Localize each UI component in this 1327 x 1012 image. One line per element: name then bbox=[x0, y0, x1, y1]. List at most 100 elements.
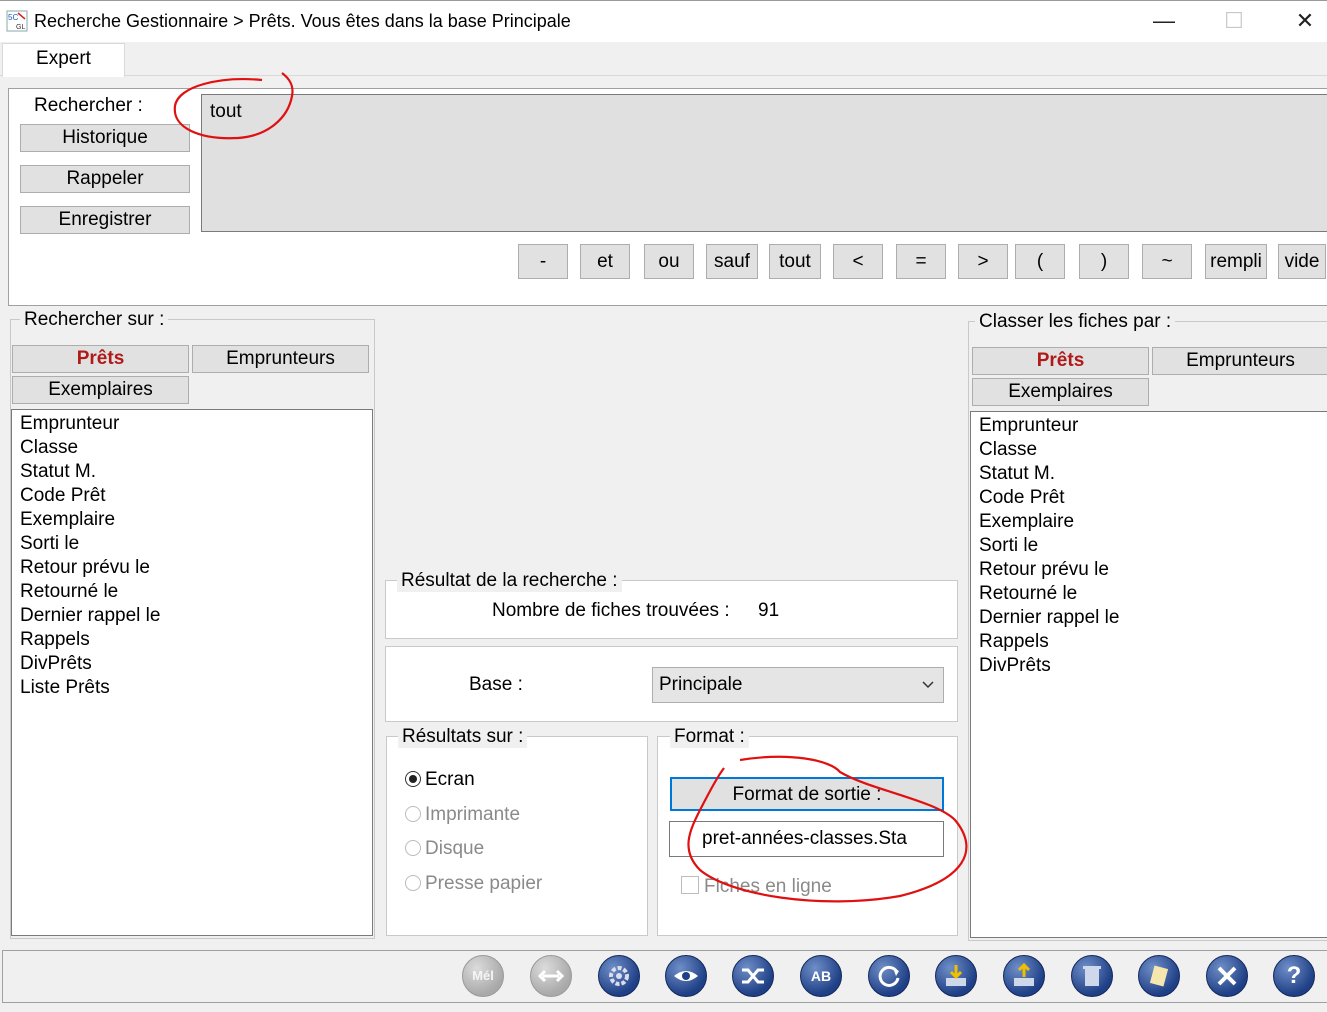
operator-ou-button[interactable]: ou bbox=[644, 244, 694, 279]
tab-expert[interactable]: Expert bbox=[2, 43, 125, 77]
result-count: 91 bbox=[758, 600, 780, 621]
output-disk-radio: Disque bbox=[405, 836, 484, 862]
search-on-tab-exemplaires[interactable]: Exemplaires bbox=[12, 376, 189, 404]
operator-equals-button[interactable]: = bbox=[896, 244, 946, 279]
checkbox-icon bbox=[681, 876, 699, 894]
link-icon bbox=[530, 955, 572, 997]
result-legend: Résultat de la recherche : bbox=[397, 570, 622, 592]
mail-icon-text: Mél bbox=[472, 968, 494, 983]
minimize-icon: — bbox=[1153, 8, 1175, 33]
list-item[interactable]: Statut M. bbox=[979, 462, 1323, 486]
list-item[interactable]: Retour prévu le bbox=[20, 556, 364, 580]
operator-et-button[interactable]: et bbox=[580, 244, 630, 279]
minimize-button[interactable]: — bbox=[1144, 6, 1184, 36]
radio-icon bbox=[405, 806, 421, 822]
list-item[interactable]: Rappels bbox=[20, 628, 364, 652]
format-file-field[interactable]: pret-années-classes.Sta bbox=[669, 821, 944, 857]
output-printer-label: Imprimante bbox=[425, 804, 521, 825]
operator-open-paren-button[interactable]: ( bbox=[1015, 244, 1065, 279]
list-item[interactable]: Retourné le bbox=[979, 582, 1323, 606]
list-item[interactable]: Classe bbox=[20, 436, 364, 460]
list-item[interactable]: Classe bbox=[979, 438, 1323, 462]
base-label: Base : bbox=[469, 674, 523, 695]
refresh-icon[interactable] bbox=[868, 955, 910, 997]
output-screen-label: Ecran bbox=[425, 769, 475, 790]
close-icon: ✕ bbox=[1295, 8, 1315, 33]
import-icon[interactable] bbox=[935, 955, 977, 997]
operator-less-than-button[interactable]: < bbox=[833, 244, 883, 279]
mail-icon: Mél bbox=[462, 955, 504, 997]
list-item[interactable]: Code Prêt bbox=[20, 484, 364, 508]
search-label: Rechercher : bbox=[34, 95, 143, 116]
list-item[interactable]: Retourné le bbox=[20, 580, 364, 604]
sort-by-legend: Classer les fiches par : bbox=[975, 311, 1176, 333]
spellcheck-icon[interactable]: AB bbox=[800, 955, 842, 997]
tab-strip bbox=[0, 42, 1327, 76]
eye-icon[interactable] bbox=[665, 955, 707, 997]
sort-by-tab-emprunteurs[interactable]: Emprunteurs bbox=[1152, 347, 1327, 375]
export-icon[interactable] bbox=[1003, 955, 1045, 997]
list-item[interactable]: DivPrêts bbox=[20, 652, 364, 676]
help-icon[interactable]: ? bbox=[1273, 955, 1315, 997]
recall-button[interactable]: Rappeler bbox=[20, 165, 190, 193]
maximize-button[interactable]: ☐ bbox=[1214, 6, 1254, 36]
operator-tout-button[interactable]: tout bbox=[769, 244, 821, 279]
operator-tilde-button[interactable]: ~ bbox=[1142, 244, 1192, 279]
list-item[interactable]: Rappels bbox=[979, 630, 1323, 654]
sort-by-tab-exemplaires[interactable]: Exemplaires bbox=[972, 378, 1149, 406]
list-item[interactable]: Code Prêt bbox=[979, 486, 1323, 510]
output-legend: Résultats sur : bbox=[398, 726, 528, 748]
base-select-value: Principale bbox=[659, 674, 743, 695]
radio-icon bbox=[405, 875, 421, 891]
operator-sauf-button[interactable]: sauf bbox=[706, 244, 758, 279]
operator-close-paren-button[interactable]: ) bbox=[1079, 244, 1129, 279]
gear-icon[interactable] bbox=[598, 955, 640, 997]
app-icon: 5C GL bbox=[6, 10, 28, 32]
search-on-tab-emprunteurs[interactable]: Emprunteurs bbox=[192, 345, 369, 373]
close-icon[interactable] bbox=[1206, 955, 1248, 997]
svg-text:5C: 5C bbox=[8, 13, 18, 22]
operator-vide-button[interactable]: vide bbox=[1278, 244, 1326, 279]
operator-greater-than-button[interactable]: > bbox=[958, 244, 1008, 279]
search-on-field-list[interactable]: Emprunteur Classe Statut M. Code Prêt Ex… bbox=[11, 409, 373, 936]
sort-by-tab-prets[interactable]: Prêts bbox=[972, 347, 1149, 375]
list-item[interactable]: Emprunteur bbox=[979, 414, 1323, 438]
sort-by-field-list[interactable]: Emprunteur Classe Statut M. Code Prêt Ex… bbox=[970, 411, 1327, 938]
output-screen-radio[interactable]: Ecran bbox=[405, 767, 475, 793]
list-item[interactable]: Sorti le bbox=[979, 534, 1323, 558]
close-window-button[interactable]: ✕ bbox=[1285, 6, 1325, 36]
maximize-icon: ☐ bbox=[1224, 8, 1244, 33]
list-item[interactable]: Dernier rappel le bbox=[20, 604, 364, 628]
history-button[interactable]: Historique bbox=[20, 124, 190, 152]
shuffle-icon[interactable] bbox=[732, 955, 774, 997]
chevron-down-icon bbox=[921, 668, 935, 714]
inline-records-label: Fiches en ligne bbox=[704, 876, 832, 897]
search-on-legend: Rechercher sur : bbox=[20, 309, 169, 331]
save-query-button[interactable]: Enregistrer bbox=[20, 206, 190, 234]
radio-checked-icon bbox=[405, 771, 421, 787]
list-item[interactable]: Emprunteur bbox=[20, 412, 364, 436]
list-item[interactable]: Exemplaire bbox=[20, 508, 364, 532]
window-title: Recherche Gestionnaire > Prêts. Vous ête… bbox=[34, 11, 571, 31]
search-on-tab-prets[interactable]: Prêts bbox=[12, 345, 189, 373]
list-item[interactable]: Sorti le bbox=[20, 532, 364, 556]
list-item[interactable]: Statut M. bbox=[20, 460, 364, 484]
result-count-label: Nombre de fiches trouvées : bbox=[492, 600, 730, 621]
operator-rempli-button[interactable]: rempli bbox=[1205, 244, 1267, 279]
list-item[interactable]: Dernier rappel le bbox=[979, 606, 1323, 630]
output-printer-radio: Imprimante bbox=[405, 802, 520, 828]
eraser-icon[interactable] bbox=[1138, 955, 1180, 997]
list-item[interactable]: Retour prévu le bbox=[979, 558, 1323, 582]
base-select[interactable]: Principale bbox=[652, 667, 944, 703]
output-clipboard-label: Presse papier bbox=[425, 873, 543, 894]
operator-minus-button[interactable]: - bbox=[518, 244, 568, 279]
format-legend: Format : bbox=[670, 726, 749, 748]
list-item[interactable]: Liste Prêts bbox=[20, 676, 364, 700]
output-format-button[interactable]: Format de sortie : bbox=[670, 777, 944, 811]
search-query-input[interactable]: tout bbox=[201, 94, 1327, 232]
list-item[interactable]: DivPrêts bbox=[979, 654, 1323, 678]
list-item[interactable]: Exemplaire bbox=[979, 510, 1323, 534]
radio-icon bbox=[405, 840, 421, 856]
output-clipboard-radio: Presse papier bbox=[405, 871, 542, 897]
trash-icon[interactable] bbox=[1071, 955, 1113, 997]
